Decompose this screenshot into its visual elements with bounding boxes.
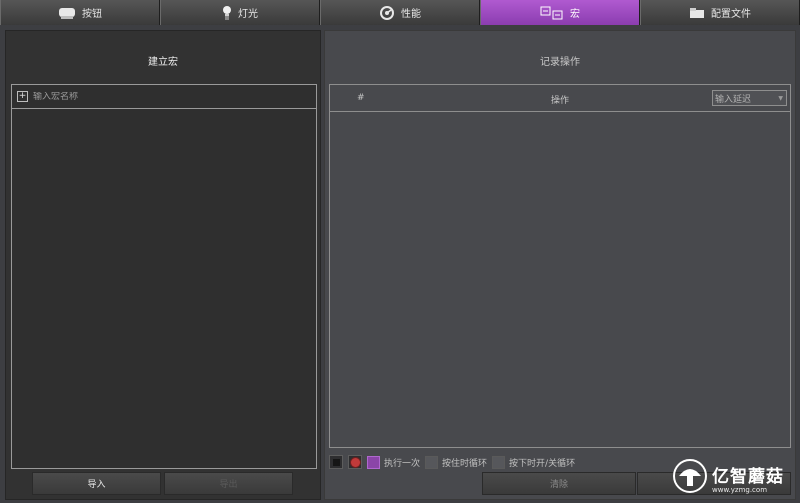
stop-button[interactable] [329, 455, 343, 469]
tab-bar: 按钮 灯光 性能 宏 配置文件 [0, 0, 800, 25]
mushroom-logo-icon [672, 458, 708, 498]
tab-label: 按钮 [82, 9, 102, 20]
create-macro-panel: 建立宏 + 导入 导出 [5, 30, 321, 500]
watermark-url: www.yzmg.com [712, 486, 768, 494]
record-controls: 执行一次 按住时循环 按下时开/关循环 [329, 454, 575, 470]
chevron-down-icon: ▼ [778, 95, 783, 102]
clear-button[interactable]: 清除 [482, 472, 636, 495]
watermark-text: 亿智蘑菇 www.yzmg.com [712, 462, 784, 494]
macro-list: + [11, 84, 317, 469]
toggle-loop-checkbox[interactable] [492, 455, 506, 469]
folder-icon [689, 7, 705, 19]
delay-input[interactable]: 输入延迟 ▼ [712, 90, 787, 106]
tab-performance[interactable]: 性能 [320, 0, 480, 25]
record-button[interactable] [348, 455, 362, 469]
tab-label: 性能 [401, 9, 421, 20]
macro-name-row: + [12, 85, 316, 109]
mouse-icon [58, 6, 76, 20]
stop-icon [332, 458, 340, 466]
bulb-icon [222, 5, 232, 20]
actions-table: # 操作 输入延迟 ▼ [329, 84, 791, 448]
tab-label: 灯光 [238, 9, 258, 20]
actions-table-header: # 操作 输入延迟 ▼ [330, 85, 790, 112]
watermark-title: 亿智蘑菇 [712, 467, 784, 487]
record-actions-panel: 记录操作 # 操作 输入延迟 ▼ 执行一次 按住时循环 按下时开/关循环 清除 [324, 30, 796, 500]
loop-hold-checkbox[interactable] [425, 455, 439, 469]
gauge-icon [379, 5, 395, 20]
export-button[interactable]: 导出 [164, 472, 293, 495]
delay-placeholder: 输入延迟 [715, 94, 752, 105]
tab-profiles[interactable]: 配置文件 [640, 0, 800, 25]
tab-label: 配置文件 [711, 9, 751, 20]
option-label: 执行一次 [384, 458, 421, 469]
option-label: 按下时开/关循环 [509, 458, 576, 469]
panel-title: 建立宏 [148, 57, 178, 68]
macro-name-input[interactable] [33, 91, 283, 102]
tab-macro[interactable]: 宏 [480, 0, 640, 25]
panel-title: 记录操作 [540, 57, 580, 68]
watermark: 亿智蘑菇 www.yzmg.com [672, 455, 800, 501]
run-once-checkbox[interactable] [367, 455, 380, 469]
option-label: 按住时循环 [442, 458, 488, 469]
tab-buttons[interactable]: 按钮 [0, 0, 160, 25]
tab-lighting[interactable]: 灯光 [160, 0, 320, 25]
macro-icon [540, 6, 564, 20]
option-run-once[interactable]: 执行一次 [367, 455, 421, 469]
option-loop-while-held[interactable]: 按住时循环 [425, 455, 488, 469]
option-toggle-loop[interactable]: 按下时开/关循环 [492, 455, 576, 469]
record-icon [350, 457, 360, 467]
import-button[interactable]: 导入 [32, 472, 161, 495]
tab-label: 宏 [570, 9, 580, 20]
add-macro-icon[interactable]: + [17, 91, 28, 102]
